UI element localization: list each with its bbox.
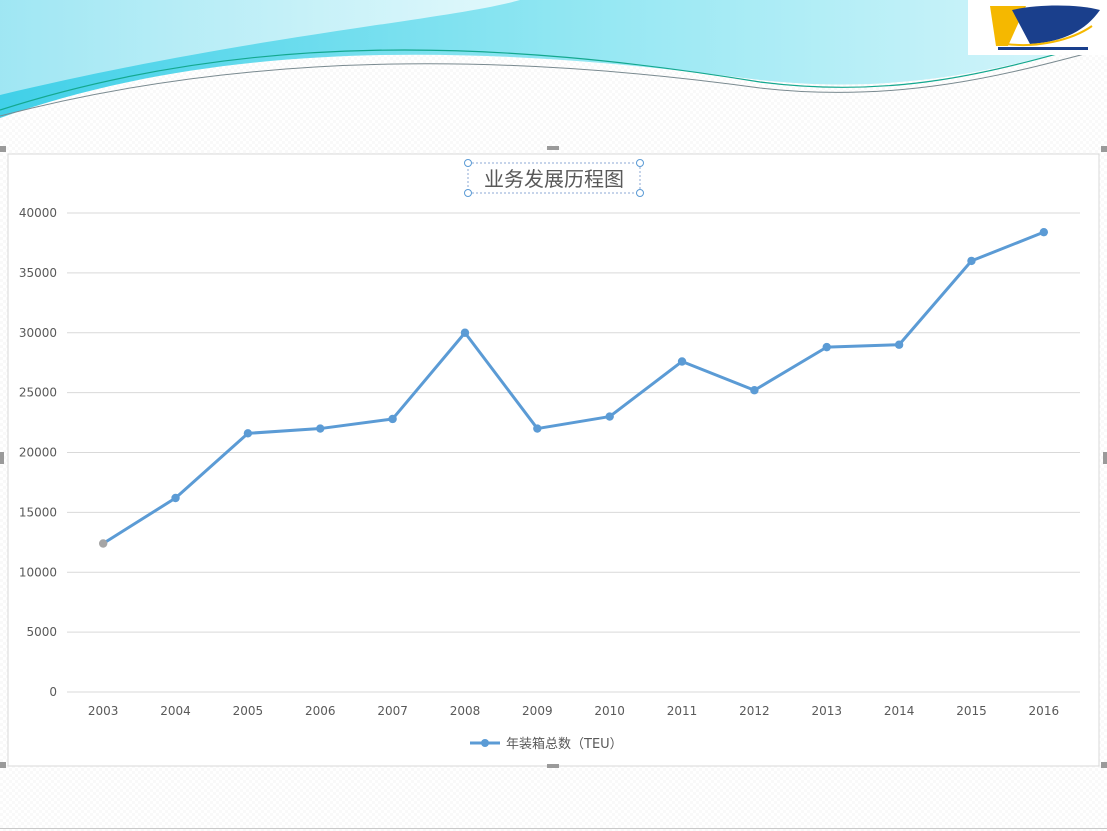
chart-area (7, 153, 1100, 767)
data-point[interactable] (822, 342, 831, 352)
y-tick-label: 40000 (19, 206, 57, 220)
y-tick-label: 0 (49, 685, 57, 699)
data-point[interactable] (1039, 227, 1049, 237)
chart-title: 业务发展历程图 (484, 167, 624, 191)
y-tick-label: 30000 (19, 326, 57, 340)
x-tick-label: 2012 (739, 704, 770, 718)
data-point[interactable] (316, 424, 325, 433)
company-logo (968, 0, 1107, 55)
y-tick-label: 35000 (19, 266, 57, 280)
data-point[interactable] (677, 357, 687, 366)
legend-label: 年装箱总数（TEU） (506, 736, 623, 752)
title-handle[interactable] (464, 189, 472, 197)
x-tick-label: 2006 (305, 704, 336, 718)
data-point[interactable] (750, 386, 759, 395)
data-point[interactable] (605, 412, 614, 421)
slide-bottom-border (0, 828, 1107, 829)
legend-marker-icon (481, 739, 489, 747)
x-tick-label: 2007 (377, 704, 408, 718)
x-tick-label: 2004 (160, 704, 191, 718)
x-tick-label: 2008 (450, 704, 481, 718)
data-point[interactable] (98, 539, 108, 548)
data-point[interactable] (388, 414, 397, 424)
x-tick-label: 2009 (522, 704, 553, 718)
x-tick-label: 2015 (956, 704, 987, 718)
chart-container[interactable]: 0 5000 10000 15000 20000 25000 30000 35000 40000… (0, 146, 1107, 768)
data-point[interactable] (894, 340, 904, 349)
title-handle[interactable] (636, 189, 644, 197)
y-tick-label: 20000 (19, 446, 57, 460)
background-wave (0, 0, 1107, 118)
data-point[interactable] (460, 328, 470, 337)
x-tick-label: 2011 (667, 704, 698, 718)
data-point[interactable] (243, 429, 253, 438)
title-handle[interactable] (636, 159, 644, 167)
line-chart[interactable]: 0 5000 10000 15000 20000 25000 30000 35000 40000… (0, 146, 1107, 768)
y-tick-label: 10000 (19, 565, 57, 579)
data-point[interactable] (533, 424, 542, 433)
y-tick-label: 25000 (19, 386, 57, 400)
y-tick-label: 5000 (26, 625, 57, 639)
data-point[interactable] (171, 493, 180, 503)
x-tick-label: 2014 (884, 704, 915, 718)
y-tick-label: 15000 (19, 505, 57, 519)
x-tick-label: 2016 (1029, 704, 1060, 718)
data-point[interactable] (967, 256, 976, 266)
x-tick-label: 2003 (88, 704, 119, 718)
x-tick-label: 2005 (233, 704, 264, 718)
logo-mark-icon (990, 5, 1100, 50)
x-tick-label: 2010 (594, 704, 625, 718)
x-tick-label: 2013 (811, 704, 842, 718)
title-handle[interactable] (464, 159, 472, 167)
